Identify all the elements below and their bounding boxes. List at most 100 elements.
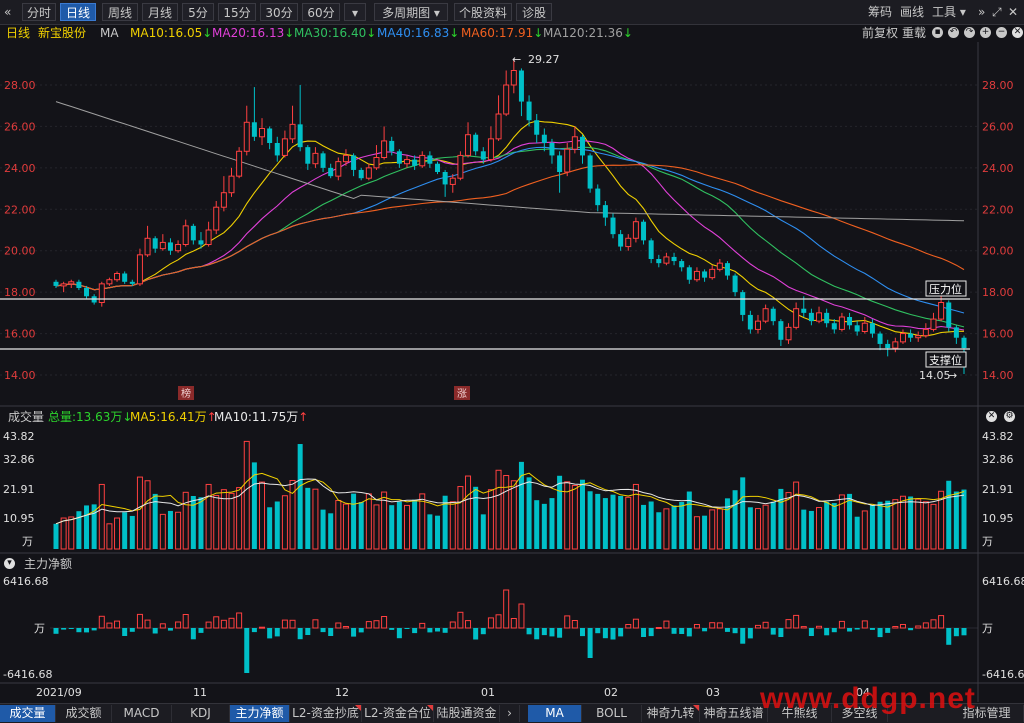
- candle-body[interactable]: [793, 308, 800, 328]
- candle-body[interactable]: [953, 327, 959, 338]
- money-flow-bar[interactable]: [625, 624, 632, 629]
- money-flow-bar[interactable]: [541, 628, 547, 636]
- candle-body[interactable]: [68, 281, 75, 285]
- volume-bar[interactable]: [457, 486, 464, 550]
- volume-bar[interactable]: [328, 513, 334, 549]
- candle-body[interactable]: [762, 308, 769, 322]
- volume-bar[interactable]: [403, 504, 410, 550]
- candle-body[interactable]: [938, 302, 945, 320]
- money-flow-bar[interactable]: [693, 624, 700, 629]
- chevron-down-icon[interactable]: ▾: [4, 558, 15, 569]
- volume-bar[interactable]: [396, 501, 402, 549]
- money-flow-bar[interactable]: [84, 628, 90, 633]
- candle-body[interactable]: [518, 70, 524, 102]
- redo-icon[interactable]: ↷: [964, 27, 975, 38]
- money-flow-bar[interactable]: [198, 628, 204, 633]
- volume-bar[interactable]: [213, 494, 220, 550]
- volume-bar[interactable]: [785, 492, 792, 550]
- candle-body[interactable]: [808, 312, 814, 322]
- candle-body[interactable]: [877, 333, 883, 344]
- candle-body[interactable]: [342, 154, 349, 163]
- money-flow-bar[interactable]: [114, 620, 121, 629]
- volume-bar[interactable]: [427, 514, 433, 549]
- volume-bar[interactable]: [198, 497, 204, 549]
- money-flow-bar[interactable]: [281, 619, 288, 629]
- candle-body[interactable]: [869, 323, 875, 334]
- candle-body[interactable]: [473, 134, 479, 152]
- volume-bar[interactable]: [693, 516, 700, 550]
- volume-bar[interactable]: [342, 503, 349, 550]
- candle-body[interactable]: [693, 270, 700, 281]
- money-flow-bar[interactable]: [98, 615, 105, 629]
- volume-bar[interactable]: [595, 493, 601, 549]
- multi-period-dropdown[interactable]: 多周期图 ▾: [374, 3, 448, 21]
- money-flow-bar[interactable]: [312, 619, 319, 629]
- money-flow-bar[interactable]: [205, 621, 212, 629]
- back-icon[interactable]: «: [4, 4, 11, 20]
- volume-bar[interactable]: [236, 487, 243, 550]
- candle-body[interactable]: [465, 134, 472, 156]
- money-flow-bar[interactable]: [68, 628, 74, 629]
- candle-body[interactable]: [534, 120, 540, 135]
- volume-bar[interactable]: [892, 499, 899, 550]
- candle-body[interactable]: [144, 237, 151, 256]
- volume-bar[interactable]: [480, 514, 486, 549]
- tab-30min[interactable]: 30分: [260, 3, 298, 21]
- volume-bar[interactable]: [465, 475, 472, 550]
- volume-bar[interactable]: [641, 504, 647, 549]
- candle-body[interactable]: [159, 241, 166, 250]
- money-flow-bar[interactable]: [831, 628, 837, 633]
- volume-bar[interactable]: [435, 515, 441, 549]
- money-flow-bar[interactable]: [816, 625, 823, 629]
- volume-bar[interactable]: [259, 481, 266, 550]
- candle-body[interactable]: [419, 154, 426, 167]
- volume-bar[interactable]: [610, 494, 616, 549]
- tab-daily[interactable]: 日线: [60, 3, 96, 21]
- candle-body[interactable]: [487, 138, 494, 161]
- volume-bar[interactable]: [930, 503, 937, 550]
- volume-bar[interactable]: [487, 489, 494, 550]
- tabs-scroll-icon[interactable]: ›: [500, 705, 520, 722]
- money-flow-bar[interactable]: [61, 628, 67, 630]
- diagnose-button[interactable]: 诊股: [516, 3, 552, 21]
- tab-ma[interactable]: MA: [528, 705, 582, 722]
- volume-bar[interactable]: [671, 505, 677, 549]
- candle-body[interactable]: [899, 333, 906, 343]
- candle-body[interactable]: [495, 113, 502, 140]
- draw-line-button[interactable]: 画线: [900, 4, 924, 20]
- volume-bar[interactable]: [381, 491, 388, 550]
- money-flow-bar[interactable]: [190, 628, 196, 640]
- candle-body[interactable]: [403, 159, 410, 165]
- money-flow-bar[interactable]: [442, 628, 448, 633]
- money-flow-bar[interactable]: [961, 628, 967, 636]
- tab-td9[interactable]: 神奇九转: [642, 705, 700, 722]
- money-flow-bar[interactable]: [610, 628, 616, 640]
- reload-button[interactable]: 重载: [902, 25, 926, 41]
- volume-bar[interactable]: [747, 507, 753, 549]
- money-flow-bar[interactable]: [908, 628, 914, 631]
- candle-body[interactable]: [564, 148, 571, 173]
- money-flow-bar[interactable]: [435, 628, 441, 632]
- candle-body[interactable]: [289, 123, 296, 140]
- money-flow-bar[interactable]: [358, 628, 364, 633]
- candle-body[interactable]: [129, 281, 135, 284]
- volume-bar[interactable]: [518, 461, 524, 549]
- candle-body[interactable]: [243, 121, 250, 152]
- money-flow-bar[interactable]: [671, 628, 677, 634]
- chips-button[interactable]: 筹码: [868, 4, 892, 20]
- volume-bar[interactable]: [473, 486, 479, 549]
- volume-bar[interactable]: [449, 501, 456, 550]
- candle-body[interactable]: [190, 225, 196, 241]
- candle-body[interactable]: [175, 244, 182, 252]
- candle-body[interactable]: [709, 268, 716, 279]
- tab-turnover[interactable]: 成交额: [56, 705, 112, 722]
- candle-body[interactable]: [595, 188, 601, 206]
- volume-bar[interactable]: [831, 503, 837, 549]
- money-flow-bar[interactable]: [167, 628, 173, 631]
- money-flow-bar[interactable]: [632, 618, 639, 629]
- volume-bar[interactable]: [770, 501, 776, 549]
- money-flow-bar[interactable]: [686, 628, 692, 637]
- volume-bar[interactable]: [571, 484, 578, 550]
- volume-bar[interactable]: [824, 501, 830, 549]
- money-flow-bar[interactable]: [785, 619, 792, 629]
